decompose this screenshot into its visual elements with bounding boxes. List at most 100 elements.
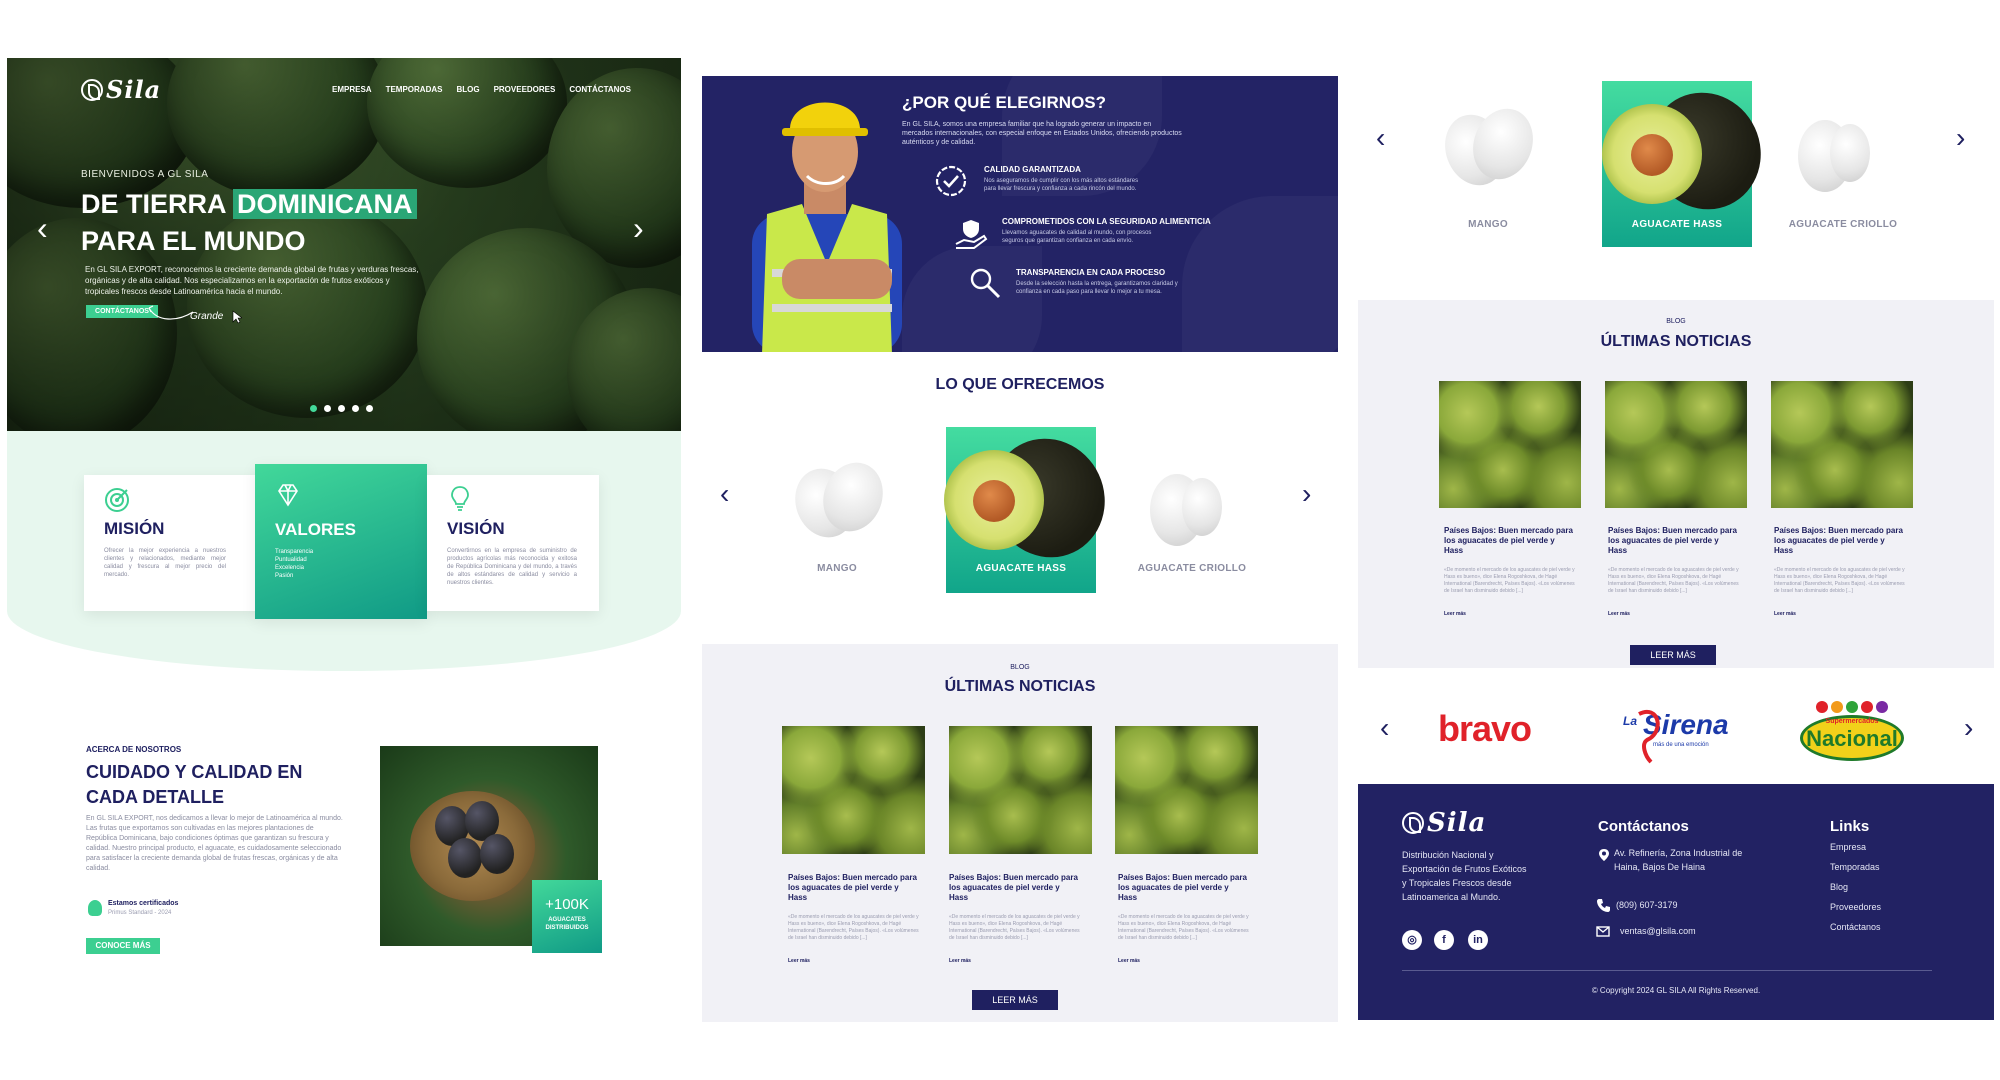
client-logo-nacional-pre: Supermercados [1825, 718, 1879, 725]
news-read-more[interactable]: Leer más [1608, 611, 1630, 617]
feature-title: COMPROMETIDOS CON LA SEGURIDAD ALIMENTIC… [1002, 217, 1211, 226]
siren-logo-icon [1638, 709, 1660, 764]
news-image[interactable] [782, 726, 925, 854]
slide-dot[interactable] [324, 405, 331, 412]
offer-title: LO QUE OFRECEMOS [935, 376, 1105, 393]
news-headline[interactable]: Países Bajos: Buen mercado para los agua… [1118, 873, 1250, 903]
about-more-button[interactable]: CONOCE MÁS [86, 938, 160, 954]
mision-title: MISIÓN [104, 519, 165, 538]
clients-prev-arrow-icon[interactable]: ‹ [1380, 712, 1389, 744]
news-image[interactable] [949, 726, 1092, 854]
avocado [480, 834, 514, 874]
product-label[interactable]: MANGO [772, 563, 902, 574]
hero-title-part: DE TIERRA [81, 189, 226, 219]
news-image[interactable] [1115, 726, 1258, 854]
news-read-more[interactable]: Leer más [949, 958, 971, 964]
hero-description: En GL SILA EXPORT, reconocemos la crecie… [85, 265, 419, 296]
footer-link-empresa[interactable]: Empresa [1830, 840, 1866, 854]
footer-link-contactanos[interactable]: Contáctanos [1830, 920, 1881, 934]
products-news-footer-panel: ‹ › MANGO AGUACATE HASS AGUACATE CRIOLLO… [1358, 58, 1994, 1020]
quality-check-icon [935, 165, 967, 197]
footer-phone[interactable]: (809) 607-3179 [1616, 898, 1678, 912]
cert-title: Estamos certificados [108, 900, 179, 907]
news-read-more[interactable]: Leer más [1444, 611, 1466, 617]
mision-card: MISIÓN Ofrecer la mejor experiencia a nu… [84, 475, 256, 611]
criollo-image [1830, 124, 1870, 182]
lightbulb-icon [451, 486, 469, 511]
client-logo-nacional[interactable]: Supermercados Nacional [1796, 701, 1908, 763]
avocado [448, 838, 482, 878]
client-logo-sirena[interactable]: La Sirena más de una emoción [1623, 704, 1753, 764]
news-headline[interactable]: Países Bajos: Buen mercado para los agua… [1444, 526, 1576, 556]
news-more-button[interactable]: LEER MÁS [1630, 645, 1716, 665]
nav-item-temporadas[interactable]: TEMPORADAS [386, 85, 443, 94]
slide-dot[interactable] [352, 405, 359, 412]
product-next-arrow-icon[interactable]: › [1956, 122, 1965, 154]
linkedin-icon[interactable]: in [1468, 930, 1488, 950]
product-label[interactable]: MANGO [1428, 219, 1548, 230]
worker-photo [752, 102, 902, 352]
footer-link-proveedores[interactable]: Proveedores [1830, 900, 1881, 914]
footer-logo[interactable]: Sila [1402, 808, 1486, 838]
site-logo[interactable]: Sila [81, 75, 161, 104]
hero-banner: Sila EMPRESA TEMPORADAS BLOG PROVEEDORES… [7, 58, 681, 431]
slide-dot[interactable] [310, 405, 317, 412]
news-excerpt: «De momento el mercado de los aguacates … [1444, 567, 1575, 594]
product-label-active[interactable]: AGUACATE HASS [1602, 219, 1752, 230]
offer-prev-arrow-icon[interactable]: ‹ [720, 478, 729, 510]
facebook-icon[interactable]: f [1434, 930, 1454, 950]
hero-prev-arrow-icon[interactable]: ‹ [37, 210, 48, 247]
slide-dot[interactable] [338, 405, 345, 412]
offer-next-arrow-icon[interactable]: › [1302, 478, 1311, 510]
news-excerpt: «De momento el mercado de los aguacates … [1774, 567, 1905, 594]
product-label-active[interactable]: AGUACATE HASS [946, 563, 1096, 574]
nav-item-contactanos[interactable]: CONTÁCTANOS [569, 85, 631, 94]
feature-text: Llevamos aguacates de calidad al mundo, … [1002, 230, 1152, 244]
fruit-icons [1796, 701, 1908, 715]
nav-item-empresa[interactable]: EMPRESA [332, 85, 372, 94]
news-headline[interactable]: Países Bajos: Buen mercado para los agua… [1774, 526, 1906, 556]
slide-dot[interactable] [366, 405, 373, 412]
news-caption: BLOG [1010, 664, 1030, 671]
hero-welcome: BIENVENIDOS A GL SILA [81, 169, 209, 180]
news-read-more[interactable]: Leer más [788, 958, 810, 964]
leaf-logo-icon [1402, 812, 1424, 834]
landing-hero-panel: Sila EMPRESA TEMPORADAS BLOG PROVEEDORES… [7, 58, 681, 1058]
news-image[interactable] [1439, 381, 1581, 508]
hero-title: DE TIERRA DOMINICANA PARA EL MUNDO [81, 186, 417, 260]
stat-box: +100K AGUACATES DISTRIBUIDOS [532, 880, 602, 953]
nav-item-proveedores[interactable]: PROVEEDORES [494, 85, 556, 94]
why-title: ¿POR QUÉ ELEGIRNOS? [902, 93, 1107, 112]
news-read-more[interactable]: Leer más [1774, 611, 1796, 617]
footer-link-blog[interactable]: Blog [1830, 880, 1848, 894]
footer-contact-title: Contáctanos [1598, 818, 1689, 835]
footer-address: Av. Refinería, Zona Industrial de Haina,… [1614, 848, 1743, 872]
news-headline[interactable]: Países Bajos: Buen mercado para los agua… [949, 873, 1081, 903]
product-label[interactable]: AGUACATE CRIOLLO [1122, 563, 1262, 574]
news-headline[interactable]: Países Bajos: Buen mercado para los agua… [1608, 526, 1740, 556]
news-image[interactable] [1771, 381, 1913, 508]
cert-subtitle: Primus Standard - 2024 [108, 910, 172, 916]
nav-item-blog[interactable]: BLOG [456, 85, 479, 94]
news-more-button[interactable]: LEER MÁS [972, 990, 1058, 1010]
product-label[interactable]: AGUACATE CRIOLLO [1768, 219, 1918, 230]
footer-email[interactable]: ventas@glsila.com [1620, 924, 1696, 938]
news-image[interactable] [1605, 381, 1747, 508]
footer-link-temporadas[interactable]: Temporadas [1830, 860, 1880, 874]
vision-card: VISIÓN Convertirnos en la empresa de sum… [427, 475, 599, 611]
client-logo-nacional-text: Nacional [1806, 726, 1898, 751]
hero-next-arrow-icon[interactable]: › [633, 210, 644, 247]
about-text: En GL SILA EXPORT, nos dedicamos a lleva… [86, 815, 343, 872]
client-logo-bravo[interactable]: bravo [1438, 708, 1532, 750]
news-excerpt: «De momento el mercado de los aguacates … [788, 914, 919, 941]
clients-next-arrow-icon[interactable]: › [1964, 712, 1973, 744]
footer-copyright: © Copyright 2024 GL SILA All Rights Rese… [1591, 986, 1761, 995]
feature-text: Nos aseguramos de cumplir con los más al… [984, 178, 1139, 192]
news-headline[interactable]: Países Bajos: Buen mercado para los agua… [788, 873, 920, 903]
news-read-more[interactable]: Leer más [1118, 958, 1140, 964]
feature-title: TRANSPARENCIA EN CADA PROCESO [1016, 268, 1166, 277]
logo-text: Sila [106, 75, 162, 104]
client-logo-bravo-text: bravo [1438, 708, 1532, 749]
instagram-icon[interactable]: ◎ [1402, 930, 1422, 950]
product-prev-arrow-icon[interactable]: ‹ [1376, 122, 1385, 154]
